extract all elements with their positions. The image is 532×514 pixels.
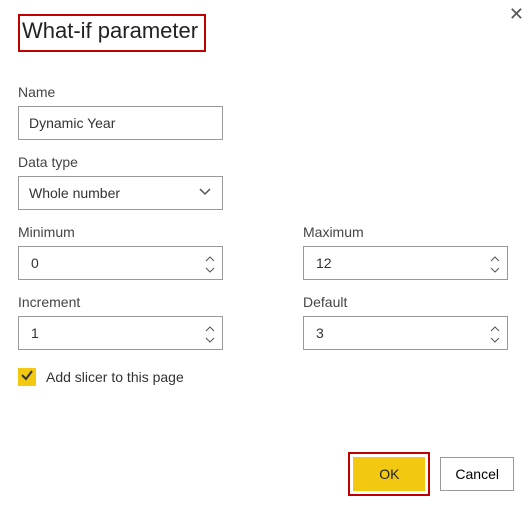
chevron-down-icon <box>198 184 212 203</box>
ok-highlight-box: OK <box>348 452 430 496</box>
datatype-label: Data type <box>18 154 514 170</box>
name-input[interactable] <box>18 106 223 140</box>
add-slicer-checkbox[interactable] <box>18 368 36 386</box>
minimum-input[interactable] <box>18 246 223 280</box>
chevron-down-icon <box>490 330 500 348</box>
chevron-down-icon <box>205 330 215 348</box>
dialog-title: What-if parameter <box>22 18 198 44</box>
datatype-value: Whole number <box>29 185 120 201</box>
ok-button[interactable]: OK <box>353 457 425 491</box>
add-slicer-label: Add slicer to this page <box>46 369 184 385</box>
close-icon: ✕ <box>509 4 524 24</box>
increment-value[interactable] <box>29 324 189 342</box>
whatif-parameter-dialog: What-if parameter Name Data type Whole n… <box>0 0 532 404</box>
increment-label: Increment <box>18 294 223 310</box>
close-button[interactable]: ✕ <box>509 4 524 25</box>
cancel-button[interactable]: Cancel <box>440 457 514 491</box>
default-value[interactable] <box>314 324 474 342</box>
dialog-button-row: OK Cancel <box>348 452 514 496</box>
title-highlight-box: What-if parameter <box>18 14 206 52</box>
datatype-select[interactable]: Whole number <box>18 176 223 210</box>
maximum-label: Maximum <box>303 224 508 240</box>
minimum-value[interactable] <box>29 254 189 272</box>
name-label: Name <box>18 84 514 100</box>
default-input[interactable] <box>303 316 508 350</box>
maximum-step-down[interactable] <box>489 264 501 274</box>
increment-step-down[interactable] <box>204 334 216 344</box>
increment-input[interactable] <box>18 316 223 350</box>
default-step-down[interactable] <box>489 334 501 344</box>
minimum-label: Minimum <box>18 224 223 240</box>
maximum-input[interactable] <box>303 246 508 280</box>
minimum-step-down[interactable] <box>204 264 216 274</box>
chevron-down-icon <box>205 260 215 278</box>
checkmark-icon <box>20 368 34 387</box>
default-label: Default <box>303 294 508 310</box>
maximum-value[interactable] <box>314 254 474 272</box>
chevron-down-icon <box>490 260 500 278</box>
